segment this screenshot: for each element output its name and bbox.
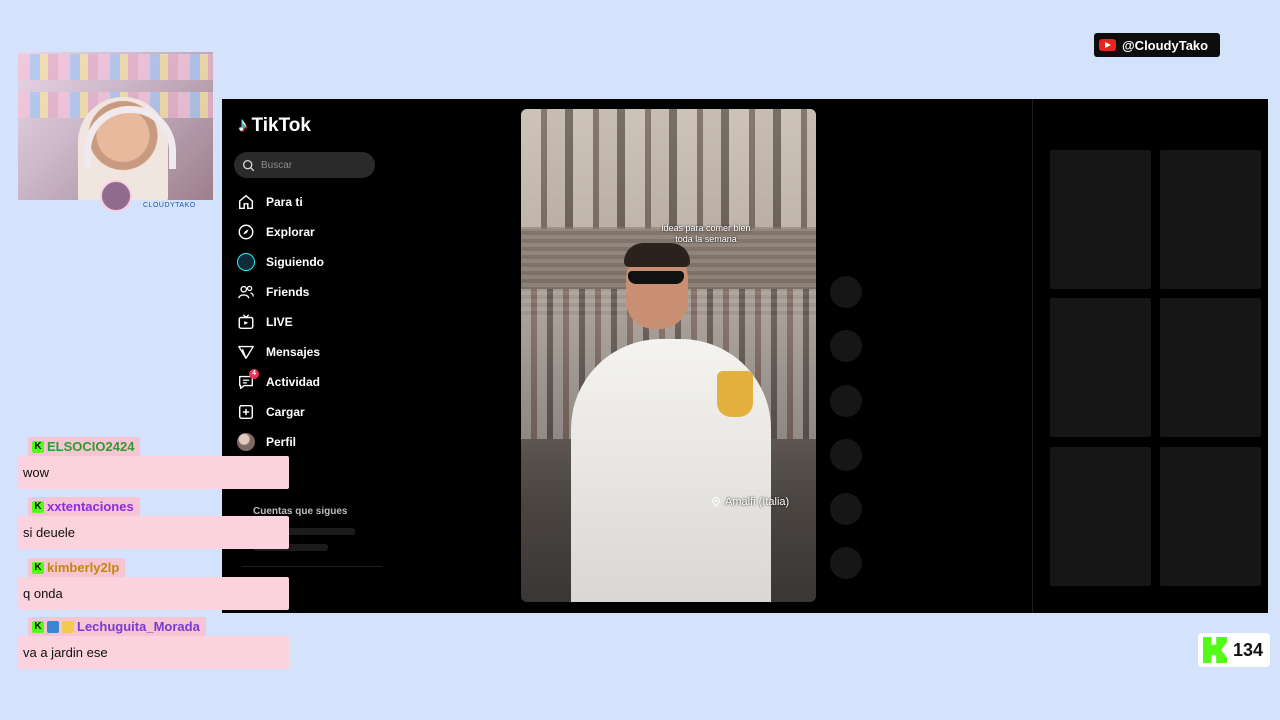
sidebar-divider xyxy=(242,566,382,567)
crown-badge-icon xyxy=(62,620,74,633)
tiktok-note-icon: ♪ xyxy=(238,115,248,136)
chat-text: va a jardin ese xyxy=(18,636,289,669)
location-label: Amalfi (Italia) xyxy=(725,496,790,508)
cathedral-facade xyxy=(521,109,816,229)
following-avatar-icon xyxy=(236,252,256,272)
sidebar-item-siguiendo[interactable]: Siguiendo xyxy=(236,247,386,277)
live-tv-icon xyxy=(236,312,256,332)
sidebar-item-label: Actividad xyxy=(266,375,321,389)
grid-tile-placeholder[interactable] xyxy=(1050,447,1151,586)
viewer-count: 134 xyxy=(1233,639,1264,660)
sidebar-nav: Para ti Explorar Siguiendo Friends LIVE … xyxy=(236,187,386,457)
webcam-overlay xyxy=(18,52,213,200)
sidebar-item-live[interactable]: LIVE xyxy=(236,307,386,337)
sidebar-item-label: Explorar xyxy=(266,225,315,239)
search-icon xyxy=(242,159,255,171)
kick-badge-icon: K xyxy=(32,561,44,574)
save-button-placeholder[interactable] xyxy=(830,439,862,471)
inbox-icon: 4 xyxy=(236,369,259,392)
chat-text: q onda xyxy=(18,577,289,610)
sidebar-item-perfil[interactable]: Perfil xyxy=(236,427,386,457)
video-overlay-text: ideas para comer bien toda la semana xyxy=(661,223,751,244)
chat-username: K xxtentaciones xyxy=(28,497,140,516)
plush-shelf xyxy=(18,54,213,80)
video-location-tag[interactable]: Amalfi (Italia) xyxy=(711,496,789,508)
sidebar-item-label: Perfil xyxy=(266,435,297,449)
kick-logo-icon xyxy=(1203,637,1227,663)
sidebar-item-mensajes[interactable]: Mensajes xyxy=(236,337,386,367)
kick-badge-icon: K xyxy=(32,620,44,633)
chat-text: si deuele xyxy=(18,516,289,549)
home-icon xyxy=(236,192,256,212)
sunglasses xyxy=(628,271,684,284)
comments-panel-placeholder xyxy=(1032,99,1268,613)
location-pin-icon xyxy=(712,497,720,507)
grid-tile-placeholder[interactable] xyxy=(1050,150,1151,289)
search-bar[interactable] xyxy=(234,152,375,178)
chat-username: K kimberly2lp xyxy=(28,558,126,577)
grid-tile-placeholder[interactable] xyxy=(1160,298,1261,437)
username: kimberly2lp xyxy=(47,560,120,575)
search-input[interactable] xyxy=(261,159,361,171)
youtube-handle: @CloudyTako xyxy=(1122,37,1209,53)
friends-icon xyxy=(236,282,256,302)
grid-tile-placeholder[interactable] xyxy=(1160,150,1261,289)
share-button-placeholder[interactable] xyxy=(830,493,862,525)
avatar-placeholder[interactable] xyxy=(830,276,862,308)
sidebar-item-label: Mensajes xyxy=(266,345,321,359)
like-button-placeholder[interactable] xyxy=(830,330,862,362)
comment-button-placeholder[interactable] xyxy=(830,385,862,417)
kick-badge-icon: K xyxy=(32,500,44,513)
sidebar-item-label: Para ti xyxy=(266,195,303,209)
paper-plane-icon xyxy=(236,342,256,362)
username: xxtentaciones xyxy=(47,499,134,514)
sidebar-item-label: Friends xyxy=(266,285,310,299)
kick-badge-icon: K xyxy=(32,440,44,453)
sidebar-item-actividad[interactable]: 4 Actividad xyxy=(236,367,386,397)
app-name: TikTok xyxy=(251,115,311,136)
grid-tile-placeholder[interactable] xyxy=(1160,447,1261,586)
sidebar-item-label: Cargar xyxy=(266,405,305,419)
man-hair xyxy=(624,243,690,267)
subscriber-badge-icon xyxy=(47,620,59,633)
username: ELSOCIO2424 xyxy=(47,439,135,454)
youtube-handle-badge: @CloudyTako xyxy=(1094,33,1220,57)
music-disc-placeholder[interactable] xyxy=(830,547,862,579)
sidebar-item-label: LIVE xyxy=(266,315,293,329)
webcam-caption: CLOUDYTAKO xyxy=(143,202,196,209)
sidebar-item-label: Siguiendo xyxy=(266,255,324,269)
sidebar-item-friends[interactable]: Friends xyxy=(236,277,386,307)
compass-icon xyxy=(236,222,256,242)
sidebar-item-explorar[interactable]: Explorar xyxy=(236,217,386,247)
notification-badge: 4 xyxy=(249,369,259,379)
chat-text: wow xyxy=(18,456,289,489)
profile-avatar-icon xyxy=(236,432,256,452)
video-player[interactable]: ideas para comer bien toda la semana Ama… xyxy=(521,109,816,602)
upload-plus-icon xyxy=(236,402,256,422)
youtube-icon xyxy=(1099,39,1116,51)
sidebar-item-cargar[interactable]: Cargar xyxy=(236,397,386,427)
chat-username: K Lechuguita_Morada xyxy=(28,617,206,636)
lemon-granita-cup xyxy=(717,371,753,417)
sidebar-item-para-ti[interactable]: Para ti xyxy=(236,187,386,217)
tiktok-logo[interactable]: ♪ TikTok xyxy=(238,115,311,137)
grid-tile-placeholder[interactable] xyxy=(1050,298,1151,437)
chat-username: K ELSOCIO2424 xyxy=(28,437,141,456)
username: Lechuguita_Morada xyxy=(77,619,200,634)
viewer-count-badge: 134 xyxy=(1198,633,1270,667)
mascot-avatar xyxy=(100,180,132,212)
tiktok-window: ♪ TikTok Para ti Explorar Siguiendo Frie… xyxy=(222,99,1268,613)
